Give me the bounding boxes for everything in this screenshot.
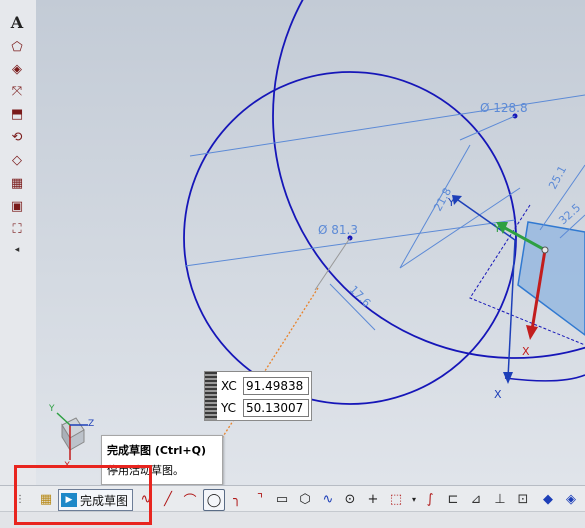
yc-input[interactable]: 50.13007 <box>243 399 309 417</box>
trim-icon[interactable]: ∫ <box>420 489 440 509</box>
dimension-diameter-128[interactable]: Ø 128.8 <box>480 101 528 115</box>
svg-text:X: X <box>64 461 70 471</box>
fix-icon[interactable]: ◆ <box>538 489 558 509</box>
plane-icon[interactable]: ◈ <box>6 59 28 79</box>
sketch-x-axis-line <box>457 199 516 241</box>
finish-sketch-button[interactable]: ▶ 完成草图 <box>58 489 134 511</box>
rectangle-icon[interactable]: ▭ <box>272 489 292 509</box>
pattern-icon[interactable]: ▦ <box>6 173 28 193</box>
line-icon[interactable]: ╱ <box>158 489 178 509</box>
tooltip: 完成草图 (Ctrl+Q) 停用活动草图。 <box>101 435 223 485</box>
sketch-arc-small[interactable] <box>504 374 585 382</box>
dimension-25-1[interactable]: 25.1 <box>546 164 569 192</box>
xc-input[interactable]: 91.49838 <box>243 377 309 395</box>
more-icon[interactable]: ◂ <box>6 240 28 260</box>
dimension-32-5[interactable]: 32.5 <box>556 201 583 227</box>
extrude-icon[interactable]: ⬒ <box>6 104 28 124</box>
sketch-y-label: Y <box>447 196 455 209</box>
polygon-icon[interactable]: ⬡ <box>295 489 315 509</box>
view-icon[interactable]: ⛶ <box>6 219 28 239</box>
wcs-x-label: X <box>522 345 530 358</box>
profile-icon[interactable]: ⬠ <box>6 37 28 57</box>
fillet-icon[interactable]: ╮ <box>227 489 247 509</box>
chamfer-icon[interactable]: ⌝ <box>250 489 270 509</box>
datum-axis-icon[interactable]: ⤧ <box>6 81 28 101</box>
cross-icon[interactable]: + <box>363 489 383 509</box>
finish-flag-icon: ▶ <box>61 493 77 507</box>
mesh-icon[interactable]: ▣ <box>6 196 28 216</box>
coordinate-input-box: XC 91.49838 YC 50.13007 <box>204 371 312 421</box>
offset-icon[interactable]: ⬚ <box>386 489 406 509</box>
left-toolbar: A ⬠ ◈ ⤧ ⬒ ⟲ ◇ ▦ ▣ ⛶ ◂ <box>0 0 37 485</box>
svg-text:Z: Z <box>88 419 94 429</box>
profile-icon[interactable]: ∿ <box>136 489 156 509</box>
extend-icon[interactable]: ⊏ <box>443 489 463 509</box>
sketch-icon[interactable]: ▦ <box>36 489 56 509</box>
arc-icon[interactable]: ⌒ <box>180 489 200 509</box>
corner-icon[interactable]: ⊿ <box>466 489 486 509</box>
sketch-x-label: X <box>494 388 502 401</box>
drag-handle[interactable] <box>205 372 217 420</box>
tooltip-description: 停用活动草图。 <box>107 464 184 477</box>
grip-icon: ⋮ <box>15 493 25 505</box>
xc-label: XC <box>221 379 237 393</box>
point-icon[interactable]: ⊙ <box>340 489 360 509</box>
svg-text:Y: Y <box>48 404 55 414</box>
sketch-toolbar: ⋮ ▦ ▶ 完成草图 ∿ ╱ ⌒ ◯ ╮ ⌝ ▭ ⬡ ∿ ⊙ + ⬚ ▾ ∫ ⊏… <box>0 485 585 512</box>
constraint-icon[interactable]: ⊥ <box>490 489 510 509</box>
dimension-lines <box>184 94 585 331</box>
revolve-icon[interactable]: ⟲ <box>6 127 28 147</box>
finish-sketch-label: 完成草图 <box>80 493 129 508</box>
spline-icon[interactable]: ∿ <box>318 489 338 509</box>
sketch-circle-large[interactable] <box>272 0 585 359</box>
view-triad: Y Z X <box>48 404 94 471</box>
status-strip <box>0 511 585 528</box>
yc-label: YC <box>221 401 237 415</box>
dimension-diameter-81[interactable]: Ø 81.3 <box>318 223 358 237</box>
circle-icon[interactable]: ◯ <box>203 489 225 511</box>
view-sketch-icon[interactable]: ◈ <box>561 489 581 509</box>
wcs-y-label: Y <box>493 222 501 235</box>
tooltip-title: 完成草图 (Ctrl+Q) <box>107 444 206 457</box>
text-icon[interactable]: A <box>6 12 28 32</box>
display-icon[interactable]: ⊡ <box>513 489 533 509</box>
mirror-icon[interactable]: ◇ <box>6 150 28 170</box>
sketch-face[interactable] <box>517 221 585 336</box>
